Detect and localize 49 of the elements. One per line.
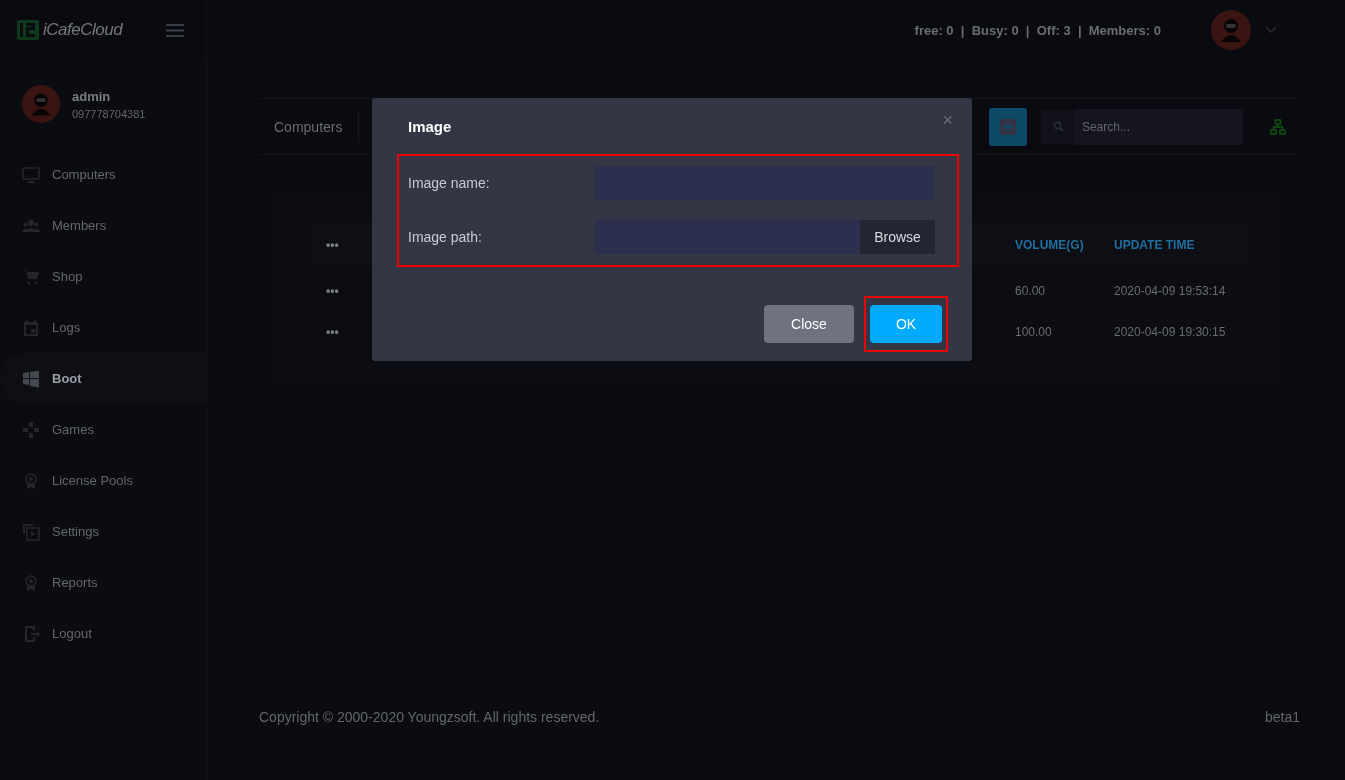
status-counts: free: 0 | Busy: 0 | Off: 3 | Members: 0 xyxy=(914,22,1161,38)
monitor-icon xyxy=(22,165,40,184)
sidebar-item[interactable]: Games xyxy=(0,404,207,455)
close-button[interactable]: Close xyxy=(764,305,854,343)
version-label: beta1 xyxy=(1264,709,1300,725)
search-field[interactable]: Search... xyxy=(1041,109,1243,144)
badge-icon xyxy=(22,471,40,490)
table-cell-text: 100.00 xyxy=(1015,324,1053,339)
table-cell-text: 2020-04-09 19:30:15 xyxy=(1114,324,1227,339)
table-cell-text: 2020-04-09 19:53:14 xyxy=(1114,283,1227,298)
avatar-icon[interactable] xyxy=(1211,10,1251,50)
dialog-title: Image xyxy=(408,117,452,135)
sidebar-item[interactable]: Logs xyxy=(0,302,207,353)
ok-button[interactable]: OK xyxy=(870,305,942,343)
user-name: admin xyxy=(72,88,112,104)
network-icon[interactable] xyxy=(1270,118,1286,135)
logout-icon xyxy=(22,624,40,643)
calendar-icon xyxy=(22,318,40,337)
windows-icon xyxy=(22,369,40,388)
sidebar-item[interactable]: Reports xyxy=(0,557,207,608)
copyright-text: Copyright © 2000-2020 Youngzsoft. All rights reserved. xyxy=(259,709,600,725)
browse-button[interactable]: Browse xyxy=(860,220,935,254)
user-phone: 097778704381 xyxy=(72,107,146,120)
menu-icon[interactable] xyxy=(166,23,185,37)
sidebar-item[interactable]: Members xyxy=(0,200,207,251)
gamepad-icon xyxy=(22,420,40,439)
plus-icon xyxy=(1000,118,1016,135)
avatar-icon xyxy=(22,85,60,123)
add-button[interactable] xyxy=(989,107,1027,146)
field-label: Image name: xyxy=(408,175,491,191)
sidebar-item[interactable]: Settings xyxy=(0,506,207,557)
chevron-down-icon[interactable] xyxy=(1265,26,1277,34)
path-field[interactable] xyxy=(595,220,860,254)
table-cell-text: 60.00 xyxy=(1015,283,1047,298)
sidebar-item[interactable]: Logout xyxy=(0,608,207,659)
column-header: UPDATE TIME xyxy=(1114,237,1196,252)
layers-icon xyxy=(22,522,40,541)
search-icon xyxy=(1053,121,1064,132)
cart-icon xyxy=(22,267,40,286)
field-label: Image path: xyxy=(408,229,483,245)
logo-icon xyxy=(17,20,39,40)
badge-icon xyxy=(22,573,40,592)
column-header: VOLUME(G) xyxy=(1015,237,1085,252)
sidebar-item[interactable]: Boot xyxy=(0,353,207,404)
tab[interactable]: Computers xyxy=(274,111,360,142)
sidebar-item[interactable]: License Pools xyxy=(0,455,207,506)
sidebar-item[interactable]: Shop xyxy=(0,251,207,302)
logo-text: iCafeCloud xyxy=(43,20,123,40)
sidebar-item[interactable]: Computers xyxy=(0,149,207,200)
